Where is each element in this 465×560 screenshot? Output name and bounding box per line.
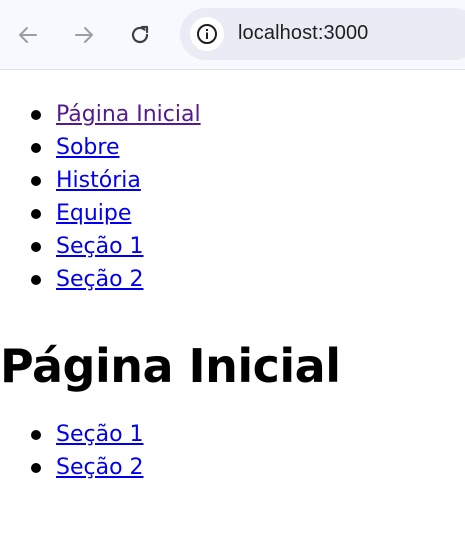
arrow-right-icon	[75, 27, 93, 43]
section-item-2: Seção 2	[31, 453, 465, 486]
nav-item-secao-2: Seção 2	[31, 265, 465, 298]
nav-link-sobre[interactable]: Sobre	[56, 135, 120, 160]
nav-link-historia[interactable]: História	[56, 168, 141, 193]
address-bar[interactable]: localhost:3000	[180, 8, 465, 60]
site-nav-list: Página Inicial Sobre História Equipe Seç…	[0, 70, 465, 298]
page-content: Página Inicial Sobre História Equipe Seç…	[0, 70, 465, 486]
nav-link-secao-1[interactable]: Seção 1	[56, 234, 144, 259]
nav-item-home: Página Inicial	[31, 100, 465, 133]
reload-button[interactable]	[122, 17, 158, 53]
section-item-1: Seção 1	[31, 420, 465, 453]
nav-link-home[interactable]: Página Inicial	[56, 102, 201, 127]
nav-item-secao-1: Seção 1	[31, 232, 465, 265]
reload-icon	[131, 25, 149, 44]
nav-link-secao-2[interactable]: Seção 2	[56, 267, 144, 292]
section-link-2[interactable]: Seção 2	[56, 455, 144, 480]
nav-link-equipe[interactable]: Equipe	[56, 201, 131, 226]
nav-item-equipe: Equipe	[31, 199, 465, 232]
site-info-button[interactable]	[190, 17, 224, 51]
nav-item-historia: História	[31, 166, 465, 199]
info-icon	[197, 24, 217, 44]
section-list: Seção 1 Seção 2	[0, 420, 465, 486]
forward-button[interactable]	[66, 17, 102, 53]
arrow-left-icon	[19, 27, 37, 43]
page-title: Página Inicial	[0, 339, 341, 393]
address-text[interactable]: localhost:3000	[238, 22, 368, 45]
section-link-1[interactable]: Seção 1	[56, 422, 144, 447]
browser-toolbar: localhost:3000	[0, 0, 465, 70]
back-button[interactable]	[10, 17, 46, 53]
nav-item-sobre: Sobre	[31, 133, 465, 166]
